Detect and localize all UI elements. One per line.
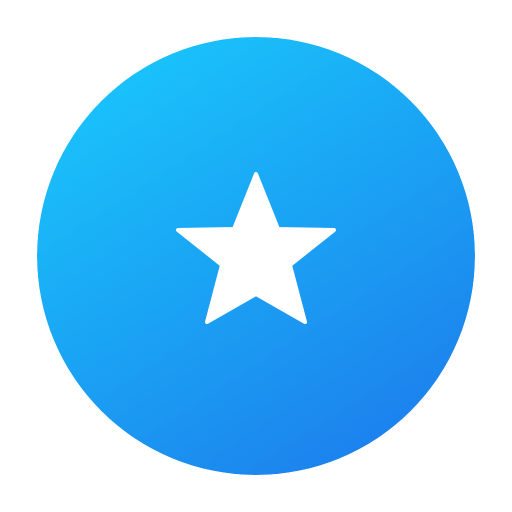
app-icon-circle[interactable]	[37, 37, 475, 475]
icon-canvas	[0, 0, 512, 512]
star-icon	[176, 172, 336, 324]
